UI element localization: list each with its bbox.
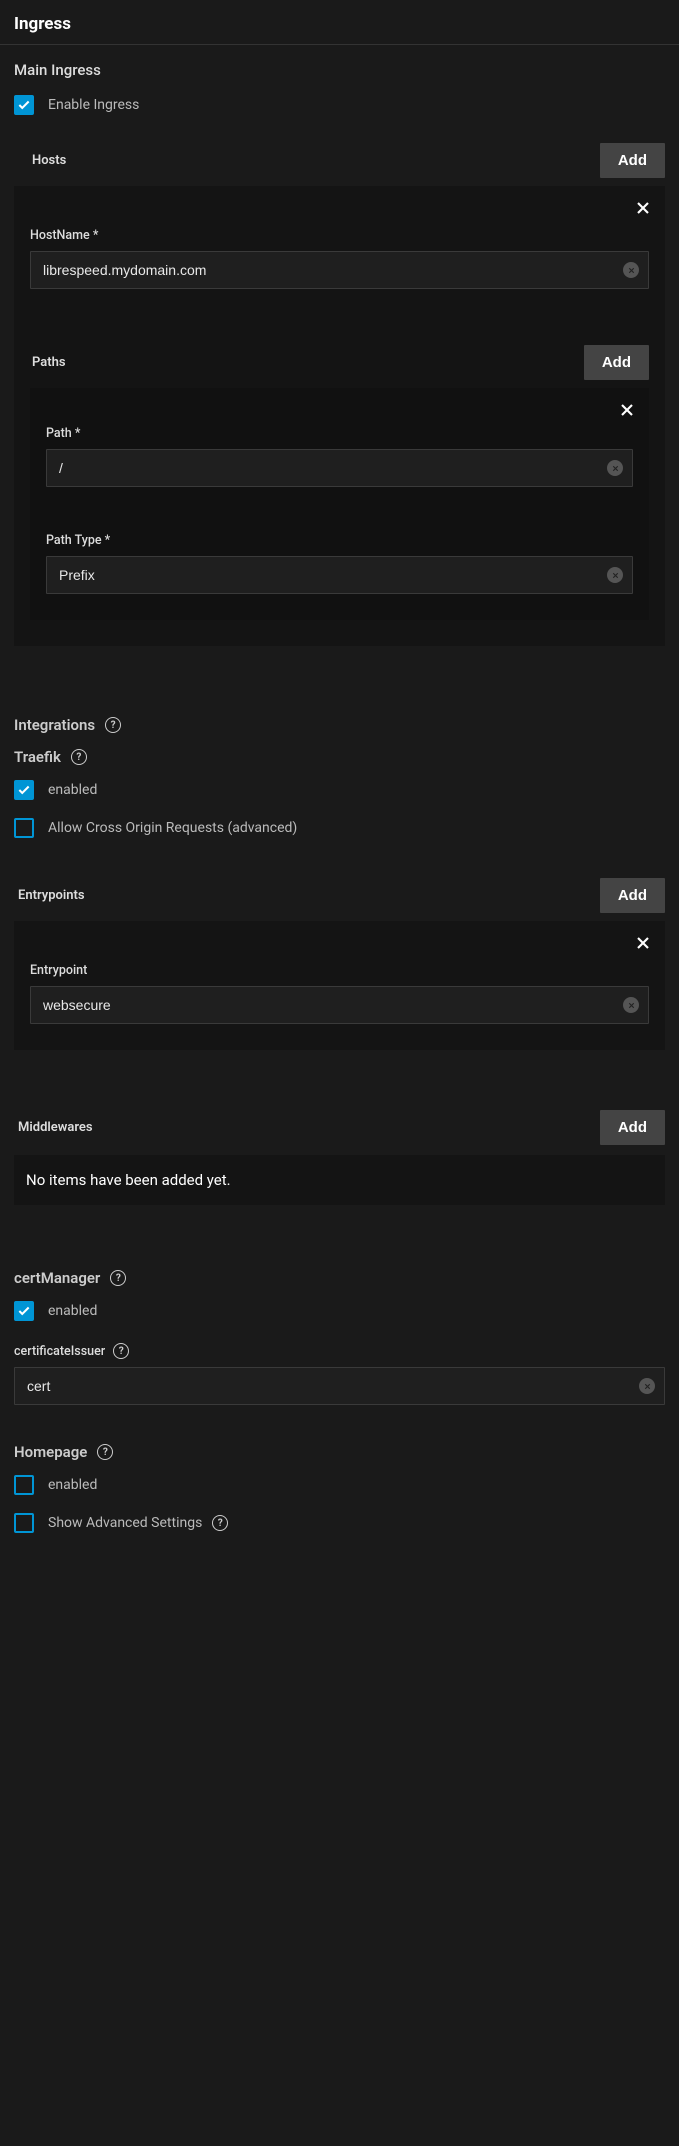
clear-icon bbox=[611, 464, 620, 473]
help-icon[interactable]: ? bbox=[113, 1343, 129, 1359]
homepage-enabled-label: enabled bbox=[48, 1477, 97, 1493]
enable-ingress-row[interactable]: Enable Ingress bbox=[14, 95, 665, 115]
homepage-heading-row: Homepage ? bbox=[14, 1443, 665, 1461]
hosts-title: Hosts bbox=[14, 153, 66, 168]
enable-ingress-checkbox[interactable] bbox=[14, 95, 34, 115]
main-ingress-heading: Main Ingress bbox=[14, 61, 665, 79]
entrypoint-clear-button[interactable] bbox=[623, 997, 639, 1013]
host-card: HostName * Paths Add Path * bbox=[14, 186, 665, 646]
show-advanced-checkbox[interactable] bbox=[14, 1513, 34, 1533]
homepage-enabled-checkbox[interactable] bbox=[14, 1475, 34, 1495]
certificate-issuer-field: certificateIssuer ? bbox=[0, 1343, 679, 1405]
hostname-label: HostName * bbox=[30, 228, 649, 243]
close-icon bbox=[633, 198, 653, 218]
hosts-add-button[interactable]: Add bbox=[600, 143, 665, 178]
traefik-cors-row[interactable]: Allow Cross Origin Requests (advanced) bbox=[14, 818, 665, 838]
path-type-label: Path Type * bbox=[46, 533, 633, 548]
certmanager-enabled-label: enabled bbox=[48, 1303, 97, 1319]
path-clear-button[interactable] bbox=[607, 460, 623, 476]
show-advanced-label: Show Advanced Settings bbox=[48, 1515, 202, 1531]
certificate-issuer-label-text: certificateIssuer bbox=[14, 1344, 105, 1359]
traefik-enabled-row[interactable]: enabled bbox=[14, 780, 665, 800]
entrypoints-add-button[interactable]: Add bbox=[600, 878, 665, 913]
integrations-heading-row: Integrations ? bbox=[14, 716, 665, 734]
integrations-heading: Integrations bbox=[14, 716, 95, 734]
help-icon[interactable]: ? bbox=[110, 1270, 126, 1286]
hostname-input[interactable] bbox=[30, 251, 649, 289]
certmanager-heading: certManager bbox=[14, 1269, 100, 1287]
traefik-cors-label: Allow Cross Origin Requests (advanced) bbox=[48, 820, 297, 836]
entrypoint-input[interactable] bbox=[30, 986, 649, 1024]
certificate-issuer-label: certificateIssuer ? bbox=[14, 1343, 665, 1359]
certmanager-enabled-row[interactable]: enabled bbox=[14, 1301, 665, 1321]
help-icon[interactable]: ? bbox=[97, 1444, 113, 1460]
hosts-header: Hosts Add bbox=[14, 143, 665, 178]
page-title: Ingress bbox=[14, 14, 665, 34]
middlewares-title: Middlewares bbox=[14, 1120, 93, 1135]
middlewares-block: Middlewares Add No items have been added… bbox=[0, 1110, 679, 1205]
homepage-heading: Homepage bbox=[14, 1443, 87, 1461]
integrations-section: Integrations ? Traefik ? enabled Allow C… bbox=[0, 716, 679, 838]
hostname-field: HostName * bbox=[30, 228, 649, 289]
entrypoint-remove-button[interactable] bbox=[629, 929, 657, 957]
paths-header: Paths Add bbox=[30, 345, 649, 380]
path-card: Path * Path Type * bbox=[30, 388, 649, 620]
traefik-enabled-checkbox[interactable] bbox=[14, 780, 34, 800]
entrypoint-card: Entrypoint bbox=[14, 921, 665, 1050]
help-icon[interactable]: ? bbox=[71, 749, 87, 765]
help-icon[interactable]: ? bbox=[212, 1515, 228, 1531]
middlewares-header: Middlewares Add bbox=[14, 1110, 665, 1145]
path-input[interactable] bbox=[46, 449, 633, 487]
certmanager-enabled-checkbox[interactable] bbox=[14, 1301, 34, 1321]
entrypoints-block: Entrypoints Add Entrypoint bbox=[0, 878, 679, 1050]
show-advanced-label-wrap: Show Advanced Settings ? bbox=[48, 1515, 228, 1531]
paths-title: Paths bbox=[30, 355, 66, 370]
close-icon bbox=[617, 400, 637, 420]
certificate-issuer-input[interactable] bbox=[14, 1367, 665, 1405]
entrypoint-field: Entrypoint bbox=[30, 963, 649, 1024]
entrypoints-title: Entrypoints bbox=[14, 888, 85, 903]
certificate-issuer-clear-button[interactable] bbox=[639, 1378, 655, 1394]
host-remove-button[interactable] bbox=[629, 194, 657, 222]
path-field: Path * bbox=[46, 426, 633, 487]
paths-add-button[interactable]: Add bbox=[584, 345, 649, 380]
traefik-cors-checkbox[interactable] bbox=[14, 818, 34, 838]
certmanager-section: certManager ? enabled bbox=[0, 1269, 679, 1321]
hosts-block: Hosts Add HostName * Paths Add bbox=[0, 143, 679, 646]
path-type-field: Path Type * bbox=[46, 533, 633, 594]
path-remove-button[interactable] bbox=[613, 396, 641, 424]
path-type-input[interactable] bbox=[46, 556, 633, 594]
middlewares-add-button[interactable]: Add bbox=[600, 1110, 665, 1145]
clear-icon bbox=[611, 571, 620, 580]
help-icon[interactable]: ? bbox=[105, 717, 121, 733]
hostname-clear-button[interactable] bbox=[623, 262, 639, 278]
clear-icon bbox=[627, 266, 636, 275]
path-type-clear-button[interactable] bbox=[607, 567, 623, 583]
traefik-heading-row: Traefik ? bbox=[14, 748, 665, 766]
clear-icon bbox=[627, 1001, 636, 1010]
traefik-enabled-label: enabled bbox=[48, 782, 97, 798]
main-ingress-section: Main Ingress Enable Ingress bbox=[0, 45, 679, 115]
enable-ingress-label: Enable Ingress bbox=[48, 97, 139, 113]
clear-icon bbox=[643, 1382, 652, 1391]
entrypoints-header: Entrypoints Add bbox=[14, 878, 665, 913]
show-advanced-row[interactable]: Show Advanced Settings ? bbox=[14, 1513, 665, 1533]
homepage-section: Homepage ? enabled Show Advanced Setting… bbox=[0, 1443, 679, 1573]
entrypoint-label: Entrypoint bbox=[30, 963, 649, 978]
homepage-enabled-row[interactable]: enabled bbox=[14, 1475, 665, 1495]
middlewares-empty-message: No items have been added yet. bbox=[14, 1155, 665, 1205]
close-icon bbox=[633, 933, 653, 953]
traefik-heading: Traefik bbox=[14, 748, 61, 766]
header: Ingress bbox=[0, 0, 679, 45]
path-label: Path * bbox=[46, 426, 633, 441]
certmanager-heading-row: certManager ? bbox=[14, 1269, 665, 1287]
